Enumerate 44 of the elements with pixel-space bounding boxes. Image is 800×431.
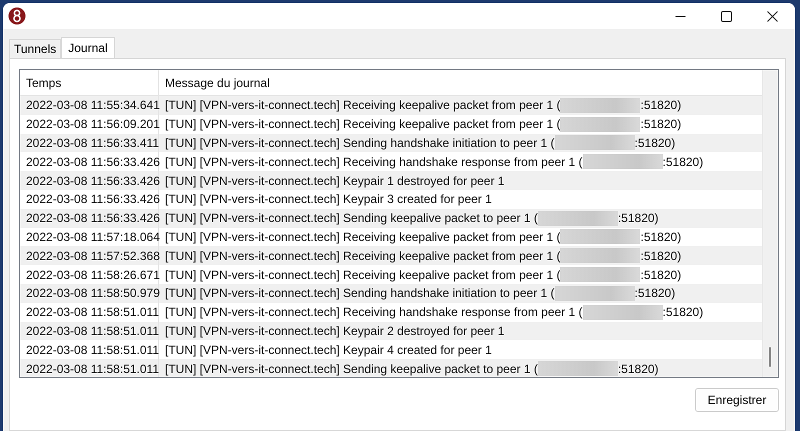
table-cell: [TUN] [VPN-vers-it-connect.tech] Receiving keepalive packet from peer 1 (	[165, 248, 560, 263]
table-cell: :51820)	[640, 98, 682, 112]
table-cell: :51820)	[618, 362, 659, 376]
table-cell: [TUN] [VPN-vers-it-connect.tech] Sending handshake initiation to peer 1 (	[165, 136, 555, 150]
table-cell: 2022-03-08 11:56:33.411	[20, 134, 159, 152]
table-cell: :51820)	[662, 154, 704, 169]
table-cell: 2022-03-08 11:57:52.368	[20, 246, 159, 266]
table-cell: [TUN] [VPN-vers-it-connect.tech] Sending handshake initiation to peer 1 (	[165, 286, 555, 300]
table-cell: [TUN] [VPN-vers-it-connect.tech] Receiving keepalive packet from peer 1 (	[165, 98, 560, 112]
table-cell: [TUN] [VPN-vers-it-connect.tech] Receiving handshake response from peer 1 (	[165, 305, 583, 320]
table-cell: :51820)	[618, 211, 659, 226]
table-cell: [TUN] [VPN-vers-it-connect.tech] Sending keepalive packet to peer 1 (	[165, 362, 538, 376]
scrollbar[interactable]	[762, 70, 778, 377]
table-cell: :51820)	[634, 286, 676, 300]
table-cell: :51820)	[640, 248, 682, 263]
app-logo-icon	[8, 7, 26, 25]
table-cell: [TUN] [VPN-vers-it-connect.tech] Sending keepalive packet to peer 1 (	[165, 211, 538, 226]
column-header[interactable]: Message du journal	[159, 70, 762, 95]
table-cell: :51820)	[640, 117, 682, 132]
table-cell: :51820)	[634, 136, 676, 150]
table-cell: [TUN] [VPN-vers-it-connect.tech] Keypair 1 destroyed for peer 1	[165, 174, 504, 188]
table-cell: [TUN] [VPN-vers-it-connect.tech] Keypair 3 created for peer 1	[165, 192, 492, 206]
close-icon	[766, 10, 778, 22]
save-button[interactable]: Enregistrer	[695, 388, 779, 412]
scrollbar-thumb[interactable]	[769, 347, 771, 367]
table-cell: [TUN] [VPN-vers-it-connect.tech] Keypair 4 created for peer 1	[165, 342, 492, 357]
maximize-icon	[720, 10, 732, 22]
tab[interactable]: Journal	[61, 37, 115, 58]
table-cell: :51820)	[640, 268, 682, 282]
table-cell: 2022-03-08 11:58:51.011	[20, 359, 159, 377]
table-cell: 2022-03-08 11:56:33.426	[20, 171, 159, 190]
table-cell: [TUN] [VPN-vers-it-connect.tech] Receiving handshake response from peer 1 (	[165, 154, 583, 169]
table-cell: 2022-03-08 11:56:33.426	[20, 208, 159, 228]
column-header[interactable]: Temps	[20, 70, 159, 95]
table-cell: [TUN] [VPN-vers-it-connect.tech] Receiving keepalive packet from peer 1 (	[165, 230, 560, 244]
table-cell: :51820)	[662, 305, 704, 320]
table-cell: :51820)	[640, 230, 682, 244]
table-cell: [TUN] [VPN-vers-it-connect.tech] Keypair 2 destroyed for peer 1	[165, 324, 504, 338]
table-cell: 2022-03-08 11:58:51.011	[20, 322, 159, 340]
tab[interactable]: Tunnels	[9, 39, 62, 58]
table-cell: [TUN] [VPN-vers-it-connect.tech] Receiving keepalive packet from peer 1 (	[165, 268, 560, 282]
table-cell: 2022-03-08 11:58:50.979	[20, 284, 159, 303]
table-cell: 2022-03-08 11:55:34.641	[20, 96, 159, 115]
table-cell: [TUN] [VPN-vers-it-connect.tech] Receiving keepalive packet from peer 1 (	[165, 117, 560, 132]
